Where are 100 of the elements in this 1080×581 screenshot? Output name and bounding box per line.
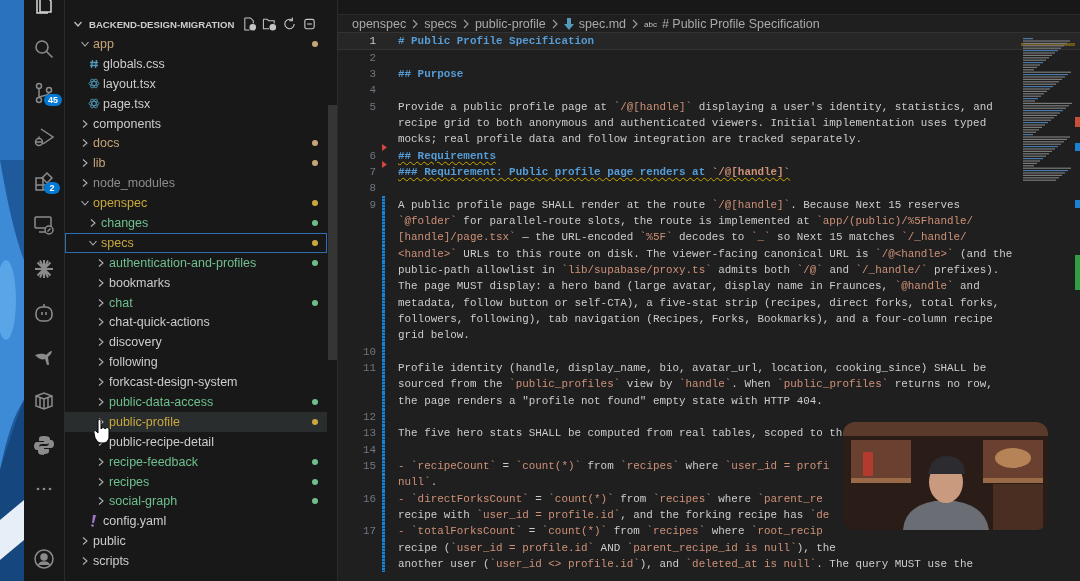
- count-badge: 45: [44, 94, 62, 106]
- account-icon[interactable]: [33, 548, 55, 570]
- code-line: metadata, follow button or self-CTA), a five-stat strip (recipes, direct forks, total forks,: [398, 296, 1000, 309]
- new-file-icon[interactable]: [242, 16, 258, 32]
- chevron-icon: [96, 456, 106, 467]
- chevron-icon: [461, 19, 470, 29]
- sparkle-icon[interactable]: [33, 258, 55, 280]
- robot-icon[interactable]: [33, 302, 55, 324]
- tree-item[interactable]: node_modules: [65, 173, 327, 194]
- count-badge: 2: [44, 182, 60, 194]
- code-line: Profile identity (handle, display_name, bio, avatar_url, location, cooking_since) SHALL be: [398, 362, 987, 375]
- tree-item[interactable]: config.yaml: [65, 511, 327, 532]
- remote-icon[interactable]: [33, 214, 55, 236]
- breadcrumb-item[interactable]: # Public Profile Specification: [661, 17, 820, 31]
- search-icon[interactable]: [33, 38, 55, 60]
- chevron-icon: [80, 178, 90, 189]
- tree-item[interactable]: chat: [65, 292, 327, 313]
- chevron-icon: [80, 556, 90, 567]
- string-symbol-icon: abc: [644, 19, 657, 29]
- tree-item[interactable]: specs: [65, 232, 327, 253]
- line-number: 7: [369, 165, 376, 178]
- explorer-title: BACKEND-DESIGN-MIGRATION: [89, 18, 235, 30]
- tree-item[interactable]: openspec: [65, 193, 327, 213]
- line-number: 9: [369, 198, 376, 211]
- line-number: 8: [369, 182, 376, 195]
- code-line: recipe with `user_id = profile.id`, and the forking recipe has `de: [398, 509, 830, 522]
- tree-item[interactable]: recipes: [65, 471, 327, 492]
- chevron-icon: [96, 396, 106, 407]
- chevron-icon: [80, 158, 90, 169]
- run-debug-icon[interactable]: [33, 126, 55, 148]
- tree-item[interactable]: app: [65, 34, 327, 54]
- tree-item[interactable]: globals.css: [65, 53, 327, 74]
- chevron-icon: [80, 138, 90, 149]
- code-line: The page MUST display: a hero band (large avatar, display name in Fraunces, `@handle` and: [398, 280, 980, 293]
- tree-item[interactable]: public-profile: [65, 411, 327, 432]
- breadcrumb-item[interactable]: spec.md: [578, 17, 626, 31]
- chevron-icon: [96, 377, 106, 388]
- tree-item[interactable]: components: [65, 113, 327, 134]
- line-number: 14: [362, 443, 376, 456]
- extensions-icon[interactable]: [33, 170, 55, 192]
- line-number: 16: [362, 492, 376, 505]
- tree-item[interactable]: recipe-feedback: [65, 451, 327, 472]
- scrollbar[interactable]: [328, 105, 337, 360]
- container-icon[interactable]: [33, 390, 55, 412]
- tree-item[interactable]: lib: [65, 153, 327, 174]
- tree-item[interactable]: public-data-access: [65, 392, 327, 412]
- explorer-icon[interactable]: [33, 0, 55, 16]
- tree-item[interactable]: bookmarks: [65, 272, 327, 293]
- tree-item[interactable]: forkcast-design-system: [65, 372, 327, 393]
- code-line: public-path allowlist in `lib/supabase/proxy.ts` admits both `/@` and `/_handle/` prefixes).: [398, 264, 1000, 276]
- line-number: 15: [362, 460, 376, 473]
- breadcrumb-item[interactable]: specs: [424, 17, 457, 31]
- code-line: recipe (`user_id = profile.id` AND `parent_recipe_id is null`), the: [398, 541, 836, 554]
- atom-icon: [88, 78, 100, 90]
- breadcrumb-item[interactable]: public-profile: [474, 17, 546, 31]
- tree-item[interactable]: scripts: [65, 551, 327, 572]
- refresh-icon[interactable]: [282, 16, 298, 32]
- code-line: # Public Profile Specification: [398, 35, 595, 48]
- code-line: ### Requirement: Public profile page renders at `/@[handle]`: [398, 165, 791, 178]
- line-number: 6: [369, 149, 376, 162]
- chevron-icon: [96, 317, 106, 328]
- code-line: mocks; real profile data and follow integration are tracked separately.: [398, 133, 863, 146]
- atom-icon: [88, 98, 100, 110]
- code-line: Provide a public profile page at `/@[handle]` displaying a user's identity, statistics, and: [398, 100, 993, 113]
- line-number: 3: [369, 67, 376, 80]
- line-number: 13: [362, 427, 376, 440]
- line-number: 11: [362, 362, 376, 375]
- new-folder-icon[interactable]: [262, 16, 278, 32]
- down-arrow-icon: [563, 18, 574, 30]
- code-line: A public profile page SHALL render at the route `/@[handle]`. Because Next 15 reserves: [398, 198, 961, 211]
- tree-item[interactable]: social-graph: [65, 491, 327, 512]
- tree-item[interactable]: discovery: [65, 332, 327, 353]
- chevron-icon[interactable]: [73, 19, 83, 29]
- chevron-icon: [96, 277, 106, 288]
- chevron-icon: [96, 496, 106, 507]
- tree-item[interactable]: authentication-and-profiles: [65, 252, 327, 273]
- chevron-icon: [80, 536, 90, 547]
- tree-item[interactable]: page.tsx: [65, 93, 327, 114]
- chevron-icon: [88, 217, 98, 228]
- code-line: another user (`user_id <> profile.id`), and `deleted_at is null`. The query MUST use the: [398, 558, 974, 571]
- chevron-icon: [631, 19, 639, 29]
- line-number: 17: [362, 525, 376, 538]
- code-line: null`.: [398, 476, 438, 489]
- code-line: - `totalForksCount` = `count(*)` from `recipes` where `root_recip: [398, 525, 823, 538]
- chevron-icon: [96, 257, 106, 268]
- line-number: 10: [362, 345, 376, 358]
- tree-item[interactable]: chat-quick-actions: [65, 312, 327, 333]
- tree-item[interactable]: docs: [65, 133, 327, 154]
- tree-item[interactable]: layout.tsx: [65, 73, 327, 94]
- breadcrumb-item[interactable]: openspec: [352, 17, 407, 31]
- chevron-icon: [411, 19, 420, 29]
- tree-item[interactable]: public: [65, 531, 327, 552]
- hand-cursor-icon: [93, 418, 111, 444]
- collapse-all-icon[interactable]: [302, 16, 318, 32]
- code-line: sourced from the `public_profiles` view by `handle`. When `public_profiles` returns no row,: [398, 378, 993, 391]
- tree-item[interactable]: following: [65, 352, 327, 373]
- chevron-icon: [96, 337, 106, 348]
- line-number: 2: [369, 51, 376, 64]
- tree-item[interactable]: changes: [65, 213, 327, 233]
- python-icon[interactable]: [33, 434, 55, 456]
